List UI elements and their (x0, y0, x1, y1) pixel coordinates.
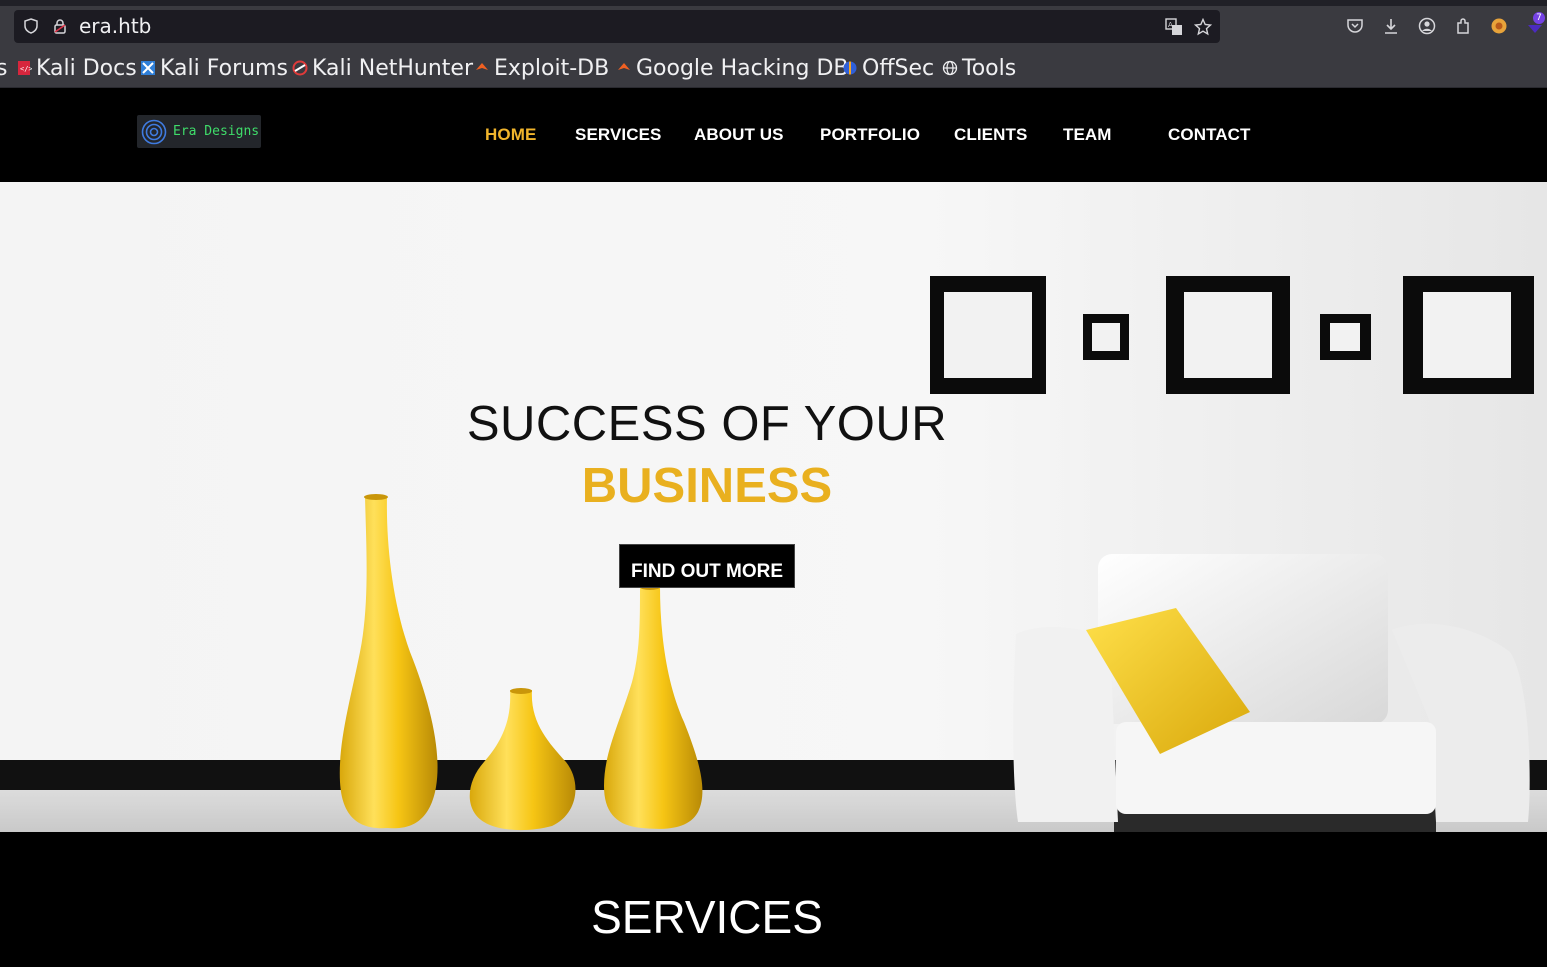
foxyproxy-icon[interactable] (1490, 17, 1510, 37)
find-out-more-button[interactable]: FIND OUT MORE (619, 544, 795, 588)
bookmark-label: s (0, 55, 8, 81)
bookmark-kali-docs[interactable]: </> Kali Docs (16, 55, 137, 81)
download-icon[interactable] (1382, 17, 1402, 37)
logo-text: Era Designs (173, 124, 260, 139)
nav-team[interactable]: TEAM (1063, 125, 1112, 145)
offsec-icon (843, 61, 857, 75)
kali-forums-icon (141, 61, 155, 75)
browser-toolbar: era.htb A 7 (0, 6, 1547, 48)
extension-badge-count: 7 (1533, 12, 1545, 24)
bookmarks-toolbar: s </> Kali Docs Kali Forums Kali NetHunt… (0, 48, 1547, 88)
bookmark-item-cut[interactable]: s (0, 55, 7, 81)
google-hacking-db-icon (618, 63, 630, 70)
kali-nethunter-icon (292, 60, 308, 76)
hero-title-line2: BUSINESS (581, 459, 833, 513)
extensions-icon[interactable] (1454, 17, 1474, 37)
pocket-icon[interactable] (1346, 17, 1366, 37)
bookmark-google-hacking-db[interactable]: Google Hacking DB (616, 55, 848, 81)
wall-frames (930, 276, 1534, 394)
nav-services[interactable]: SERVICES (575, 125, 661, 145)
url-text[interactable]: era.htb (79, 15, 151, 37)
bookmark-label: Google Hacking DB (636, 55, 849, 81)
svg-text:A: A (1168, 21, 1173, 29)
hero-title-line1: SUCCESS OF YOUR (466, 397, 948, 451)
bookmark-tools[interactable]: Tools (942, 55, 1016, 81)
bookmark-offsec[interactable]: OffSec (842, 55, 934, 81)
services-heading: SERVICES (591, 891, 823, 943)
shield-icon[interactable] (23, 18, 39, 34)
site-header: Era Designs HOME SERVICES ABOUT US PORTF… (0, 88, 1547, 182)
bookmark-label: OffSec (862, 55, 935, 81)
nav-clients[interactable]: CLIENTS (954, 125, 1027, 145)
hero-section: SUCCESS OF YOUR BUSINESS FIND OUT MORE (0, 182, 1547, 832)
lock-icon[interactable] (52, 18, 68, 34)
translate-icon[interactable]: A (1165, 18, 1182, 35)
site-logo[interactable]: Era Designs (137, 115, 261, 148)
svg-text:</>: </> (20, 65, 32, 73)
bookmark-exploit-db[interactable]: Exploit-DB (474, 55, 609, 81)
bookmark-kali-nethunter[interactable]: Kali NetHunter (292, 55, 473, 81)
bookmark-label: Kali Docs (36, 55, 137, 81)
bookmark-label: Exploit-DB (494, 55, 610, 81)
bookmark-label: Tools (962, 55, 1017, 81)
exploit-db-icon (476, 63, 488, 70)
services-section: SERVICES (0, 832, 1547, 967)
nav-home[interactable]: HOME (485, 125, 536, 145)
bookmark-star-icon[interactable] (1193, 17, 1213, 36)
nav-about-us[interactable]: ABOUT US (694, 125, 784, 145)
nav-contact[interactable]: CONTACT (1168, 125, 1251, 145)
globe-icon (942, 60, 958, 76)
bookmark-label: Kali NetHunter (312, 55, 473, 81)
logo-rings-icon (141, 119, 167, 144)
account-icon[interactable] (1418, 17, 1438, 37)
url-bar[interactable]: era.htb A (14, 10, 1220, 43)
kali-docs-icon: </> (18, 61, 32, 75)
bookmark-kali-forums[interactable]: Kali Forums (140, 55, 288, 81)
nav-portfolio[interactable]: PORTFOLIO (820, 125, 920, 145)
bookmark-label: Kali Forums (160, 55, 288, 81)
